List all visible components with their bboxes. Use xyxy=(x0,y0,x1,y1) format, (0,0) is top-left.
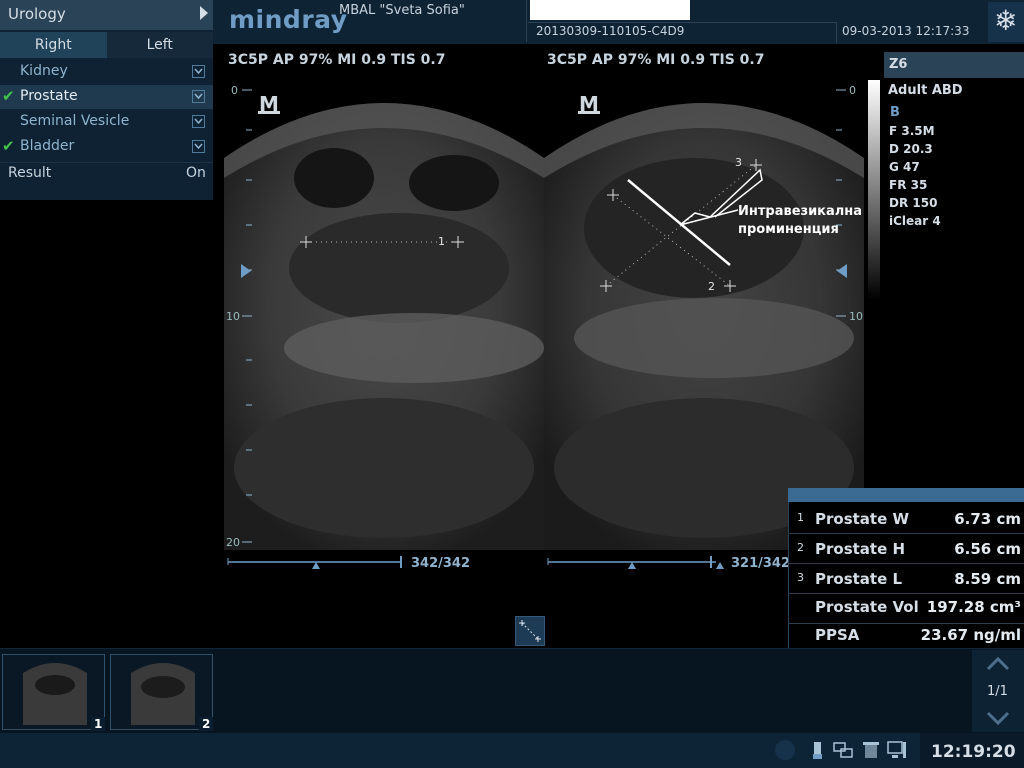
sidebar-item-label: Kidney xyxy=(20,63,68,79)
focus-marker-right[interactable] xyxy=(837,264,847,278)
result-value: 6.56 cm xyxy=(954,540,1021,558)
thumbnail-number: 2 xyxy=(199,717,214,731)
dropdown-icon[interactable] xyxy=(192,140,205,153)
param-frequency: F 3.5M xyxy=(889,124,935,138)
ultrasound-image-left[interactable] xyxy=(224,68,544,550)
disk-icon[interactable] xyxy=(774,739,796,761)
page-down-icon[interactable] xyxy=(980,708,1016,728)
cine-bar-right[interactable] xyxy=(546,556,726,572)
param-gain: G 47 xyxy=(889,160,920,174)
dropdown-icon[interactable] xyxy=(192,65,205,78)
ultrasound-image-right[interactable] xyxy=(544,68,864,550)
cine-frame-right: 321/342 xyxy=(731,556,791,571)
grayscale-bar xyxy=(868,80,880,300)
exam-id: 20130309-110105-C4D9 xyxy=(536,24,685,38)
monitor-icon[interactable] xyxy=(886,739,908,761)
thumbnail-image xyxy=(23,663,87,725)
left-image-params: 3C5P AP 97% MI 0.9 TIS 0.7 xyxy=(228,52,446,68)
result-name: PPSA xyxy=(815,626,860,644)
right-image-params: 3C5P AP 97% MI 0.9 TIS 0.7 xyxy=(547,52,765,68)
system-clock: 12:19:20 xyxy=(931,742,1016,762)
thumbnail-image xyxy=(131,663,195,725)
result-value: 8.59 cm xyxy=(954,570,1021,588)
depth-label-bottom: 20 xyxy=(226,536,240,549)
marker-underline xyxy=(258,111,280,114)
sidebar-item-bladder[interactable]: ✔ Bladder xyxy=(0,135,213,159)
depth-label-mid-right: 10 xyxy=(849,310,863,323)
cine-bar-left[interactable] xyxy=(226,556,406,572)
brand-logo: mindray xyxy=(229,5,348,34)
tab-left[interactable]: Left xyxy=(106,32,213,58)
check-icon: ✔ xyxy=(2,87,15,105)
cine-frame-left: 342/342 xyxy=(411,556,471,571)
check-icon: ✔ xyxy=(2,137,15,155)
param-depth: D 20.3 xyxy=(889,142,933,156)
marker-underline xyxy=(578,111,600,114)
trash-icon[interactable] xyxy=(860,739,882,761)
sidebar-item-label: Seminal Vesicle xyxy=(20,113,130,129)
preset-label: Adult ABD xyxy=(888,83,963,98)
depth-scale-right xyxy=(836,89,846,317)
result-index: 1 xyxy=(797,511,804,524)
thumbnail-1[interactable] xyxy=(2,654,105,730)
result-value: 6.73 cm xyxy=(954,510,1021,528)
dropdown-icon[interactable] xyxy=(192,90,205,103)
param-frame-rate: FR 35 xyxy=(889,178,928,192)
hospital-name: MBAL "Sveta Sofia" xyxy=(339,3,465,18)
usb-icon[interactable] xyxy=(806,739,828,761)
thumbnail-number: 1 xyxy=(91,717,106,731)
sidebar-item-kidney[interactable]: Kidney xyxy=(0,60,213,84)
depth-label-top: 0 xyxy=(231,84,238,97)
probe-label: Z6 xyxy=(889,57,908,72)
mode-label: B xyxy=(890,105,900,120)
depth-label-mid: 10 xyxy=(226,310,240,323)
result-value: 197.28 cm³ xyxy=(926,598,1021,616)
measure-tool-button[interactable] xyxy=(515,616,545,646)
redacted-patient-field xyxy=(530,0,690,20)
param-iclear: iClear 4 xyxy=(889,214,941,228)
dropdown-icon[interactable] xyxy=(192,115,205,128)
exam-menu-title: Urology xyxy=(8,5,66,23)
depth-label-top-right: 0 xyxy=(849,84,856,97)
measure-icon xyxy=(519,620,541,642)
page-indicator: 1/1 xyxy=(987,684,1008,699)
expand-arrow-icon[interactable] xyxy=(198,3,210,23)
network-icon[interactable] xyxy=(832,739,854,761)
param-dynamic-range: DR 150 xyxy=(889,196,938,210)
result-value: 23.67 ng/ml xyxy=(920,626,1021,644)
caliper-label-1: 1 xyxy=(438,235,445,248)
sidebar-item-prostate[interactable]: ✔ Prostate xyxy=(0,85,213,109)
results-header[interactable] xyxy=(788,488,1024,502)
tab-right[interactable]: Right xyxy=(0,32,107,58)
snowflake-icon: ❄ xyxy=(994,4,1018,37)
sidebar-item-label: Bladder xyxy=(20,138,75,154)
result-label: Result xyxy=(8,165,52,181)
result-index: 2 xyxy=(797,541,804,554)
caliper-label-2: 2 xyxy=(708,280,715,293)
exam-datetime: 09-03-2013 12:17:33 xyxy=(842,24,970,38)
page-up-icon[interactable] xyxy=(980,654,1016,674)
result-toggle[interactable]: On xyxy=(186,165,206,181)
thumbnail-2[interactable] xyxy=(110,654,213,730)
sidebar-item-seminal-vesicle[interactable]: Seminal Vesicle xyxy=(0,110,213,134)
focus-marker-left[interactable] xyxy=(241,264,251,278)
result-index: 3 xyxy=(797,571,804,584)
side-tabs: Right Left xyxy=(0,32,213,58)
sidebar-item-label: Prostate xyxy=(20,88,78,104)
